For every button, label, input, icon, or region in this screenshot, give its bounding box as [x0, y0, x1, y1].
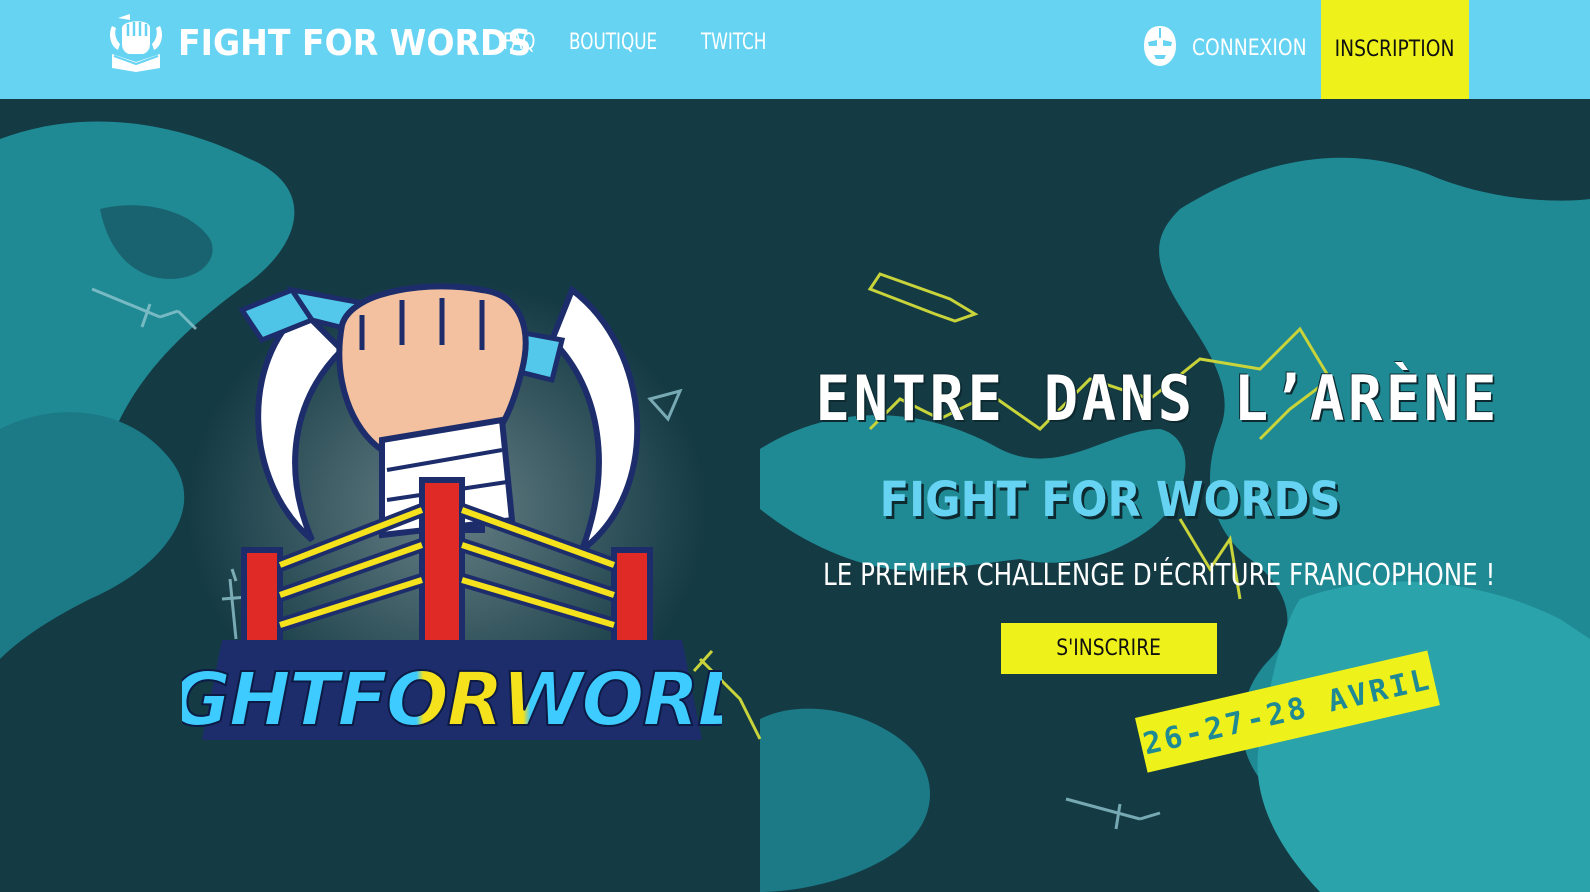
- hero-subtitle: FIGHT FOR WORDS: [879, 472, 1341, 528]
- page: FIGHTFORWORDS FIGHT FOR WORDS FAQ B: [0, 0, 1590, 892]
- login-link[interactable]: CONNEXION: [1142, 24, 1327, 72]
- nav-links: FAQ BOUTIQUE TWITCH: [503, 30, 778, 55]
- brand-name: FIGHT FOR WORDS: [178, 22, 532, 64]
- fist-book-icon: [108, 14, 164, 72]
- nav-link-faq[interactable]: FAQ: [503, 30, 535, 55]
- signup-button[interactable]: INSCRIPTION: [1321, 0, 1469, 99]
- wrestler-mask-icon: [1142, 24, 1178, 72]
- signup-label: INSCRIPTION: [1335, 37, 1455, 62]
- emblem-word-fight: FIGHT: [182, 657, 345, 743]
- nav-link-twitch[interactable]: TWITCH: [701, 30, 766, 55]
- nav-link-boutique[interactable]: BOUTIQUE: [569, 30, 657, 55]
- top-nav: FIGHT FOR WORDS FAQ BOUTIQUE TWITCH CONN…: [0, 0, 1590, 99]
- hero-tagline: LE PREMIER CHALLENGE D'ÉCRITURE FRANCOPH…: [823, 558, 1496, 593]
- hero-signup-label: S'INSCRIRE: [1056, 636, 1162, 661]
- emblem-word-for: FOR: [337, 657, 501, 743]
- brand-home-link[interactable]: FIGHT FOR WORDS: [108, 14, 562, 72]
- hero-title: ENTRE DANS L’ARÈNE: [815, 362, 1500, 435]
- login-label: CONNEXION: [1192, 35, 1307, 61]
- svg-text:FIGHTFORWORDS: FIGHTFORWORDS: [182, 657, 722, 743]
- fight-for-words-emblem: FIGHTFORWORDS: [182, 270, 722, 750]
- hero-signup-button[interactable]: S'INSCRIRE: [1001, 623, 1217, 674]
- emblem-word-words: WORDS: [502, 657, 722, 743]
